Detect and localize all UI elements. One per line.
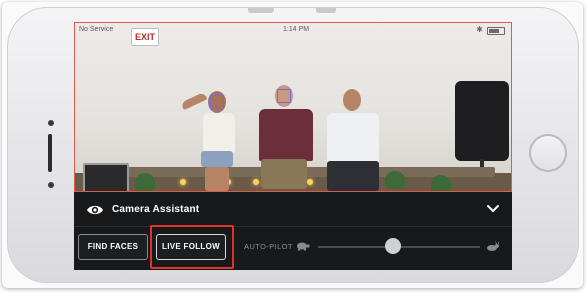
- raised-arm: [180, 91, 208, 111]
- autopilot-label: AUTO-PILOT: [244, 242, 293, 251]
- battery-icon: [487, 27, 505, 35]
- stage-light: [307, 179, 313, 185]
- chevron-down-icon[interactable]: [486, 204, 500, 214]
- earpiece-speaker: [48, 134, 52, 172]
- eye-icon: [87, 205, 103, 215]
- face-detection-box: [210, 95, 224, 109]
- clock: 1:14 PM: [283, 26, 310, 33]
- power-button: [316, 8, 336, 13]
- striped-shirt: [327, 113, 379, 163]
- laptop: [83, 163, 129, 191]
- proximity-sensor: [48, 182, 54, 188]
- find-faces-button[interactable]: FIND FACES: [78, 234, 148, 260]
- plant: [385, 171, 405, 189]
- live-follow-highlight: [150, 225, 234, 269]
- assistant-title: Camera Assistant: [112, 204, 200, 215]
- camera-preview: No Service 1:14 PM ✱ EXIT: [74, 22, 512, 192]
- volume-button: [248, 8, 274, 13]
- shirt: [203, 113, 235, 153]
- autopilot-slider-thumb[interactable]: [384, 238, 401, 254]
- control-row: FIND FACES LIVE FOLLOW AUTO-PILOT: [74, 228, 512, 268]
- camera-assistant-panel: Camera Assistant FIND FACES LIVE FOLLOW …: [74, 192, 512, 270]
- home-button[interactable]: [529, 134, 567, 172]
- legs: [205, 167, 229, 191]
- trousers: [261, 159, 307, 189]
- shorts: [201, 151, 233, 167]
- front-camera: [48, 120, 54, 126]
- head: [343, 89, 361, 111]
- carrier-label: No Service: [79, 26, 114, 33]
- divider: [74, 226, 512, 227]
- speaker: [455, 81, 509, 161]
- assistant-header[interactable]: Camera Assistant: [74, 192, 512, 226]
- trousers: [327, 161, 379, 191]
- rabbit-icon: [487, 240, 499, 251]
- stage-light: [180, 179, 186, 185]
- plant: [431, 175, 451, 191]
- plant: [135, 173, 155, 191]
- exit-sign: EXIT: [131, 28, 159, 46]
- turtle-icon: [297, 242, 310, 251]
- bluetooth-icon: ✱: [476, 25, 483, 34]
- app-screen: No Service 1:14 PM ✱ EXIT Camera Assista…: [74, 22, 512, 270]
- face-detection-box: [277, 89, 291, 103]
- stage-light: [253, 179, 259, 185]
- plaid-shirt: [259, 109, 313, 161]
